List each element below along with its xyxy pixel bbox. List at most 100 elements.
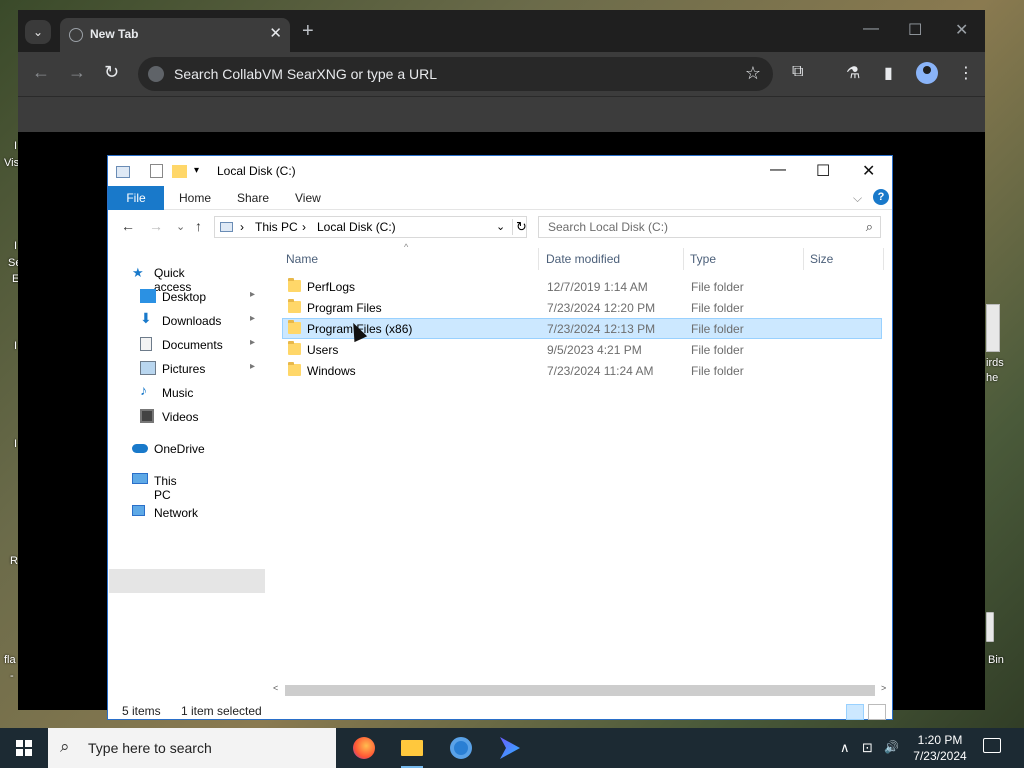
column-divider[interactable] bbox=[803, 248, 804, 270]
side-panel-icon[interactable]: ▮ bbox=[884, 63, 893, 83]
new-tab-button[interactable]: + bbox=[302, 20, 314, 43]
new-folder-icon[interactable] bbox=[172, 165, 187, 178]
media-player-icon[interactable] bbox=[496, 734, 524, 762]
table-row[interactable]: PerfLogs 12/7/2019 1:14 AM File folder bbox=[282, 276, 882, 297]
file-explorer-taskbar-icon[interactable] bbox=[398, 734, 426, 768]
cloud-icon bbox=[132, 444, 148, 453]
column-type[interactable]: Type bbox=[690, 252, 716, 266]
taskbar-search-placeholder: Type here to search bbox=[88, 740, 212, 756]
tab-view[interactable]: View bbox=[295, 191, 321, 205]
maximize-button[interactable]: ☐ bbox=[908, 20, 922, 40]
column-headers: ^ Name Date modified Type Size bbox=[280, 242, 886, 270]
file-date: 9/5/2023 4:21 PM bbox=[547, 343, 642, 357]
volume-icon[interactable]: 🔊 bbox=[884, 740, 899, 754]
column-divider[interactable] bbox=[538, 248, 539, 270]
sidebar-item-label: This PC bbox=[154, 474, 177, 502]
tab-share[interactable]: Share bbox=[237, 191, 269, 205]
firefox-icon[interactable] bbox=[350, 734, 378, 762]
explorer-titlebar: ▾ Local Disk (C:) — ☐ ✕ bbox=[108, 156, 892, 186]
scroll-right-arrow[interactable]: > bbox=[881, 683, 886, 693]
desktop-icon-fragment: fla bbox=[4, 654, 16, 666]
column-divider[interactable] bbox=[683, 248, 684, 270]
sidebar-item-label: Pictures bbox=[162, 362, 206, 376]
table-row-selected[interactable]: Program Files (x86) 7/23/2024 12:13 PM F… bbox=[282, 318, 882, 339]
back-button[interactable]: ← bbox=[32, 62, 50, 83]
menu-icon[interactable]: ⋮ bbox=[958, 63, 974, 83]
expand-ribbon-icon[interactable]: ⌵ bbox=[853, 191, 862, 206]
close-window-button[interactable]: ✕ bbox=[955, 20, 968, 40]
desktop-icon-fragment: R bbox=[10, 555, 18, 567]
desktop-icon bbox=[140, 289, 156, 303]
breadcrumb-separator[interactable]: › bbox=[302, 220, 306, 234]
tab-file[interactable]: File bbox=[108, 186, 164, 210]
tab-new-tab[interactable]: New Tab ✕ bbox=[60, 18, 290, 52]
tab-title: New Tab bbox=[90, 27, 139, 41]
tab-search-button[interactable]: ⌄ bbox=[25, 20, 51, 44]
reload-button[interactable]: ↻ bbox=[104, 62, 119, 83]
search-box[interactable]: Search Local Disk (C:) ⌕ bbox=[538, 216, 881, 238]
search-icon[interactable]: ⌕ bbox=[866, 219, 873, 235]
file-date: 12/7/2019 1:14 AM bbox=[547, 280, 648, 294]
tab-home[interactable]: Home bbox=[179, 191, 211, 205]
site-info-icon[interactable] bbox=[148, 66, 164, 82]
ribbon-tabs: File Home Share View ⌵ ? bbox=[108, 186, 892, 210]
selection-highlight bbox=[109, 569, 265, 593]
system-clock[interactable]: 1:20 PM 7/23/2024 bbox=[900, 732, 980, 764]
breadcrumb-separator[interactable]: › bbox=[240, 220, 244, 234]
scroll-left-arrow[interactable]: < bbox=[273, 683, 278, 693]
column-size[interactable]: Size bbox=[810, 252, 833, 266]
maximize-button[interactable]: ☐ bbox=[816, 161, 830, 181]
labs-icon[interactable]: ⚗ bbox=[846, 63, 860, 83]
file-type: File folder bbox=[691, 280, 744, 294]
properties-icon[interactable] bbox=[150, 164, 163, 178]
recycle-bin-icon[interactable] bbox=[986, 612, 994, 642]
column-date-modified[interactable]: Date modified bbox=[546, 252, 620, 266]
recent-locations-icon[interactable]: ⌄ bbox=[176, 220, 185, 233]
clock-time: 1:20 PM bbox=[917, 733, 963, 747]
table-row[interactable]: Windows 7/23/2024 11:24 AM File folder bbox=[282, 360, 882, 381]
close-button[interactable]: ✕ bbox=[862, 161, 875, 181]
folder-icon bbox=[288, 341, 301, 355]
network-icon[interactable]: ⊡ bbox=[862, 740, 873, 756]
chrome-icon[interactable] bbox=[447, 734, 475, 762]
sidebar-item-label: Videos bbox=[162, 410, 199, 424]
extensions-icon[interactable]: ⧉ bbox=[792, 63, 803, 81]
horizontal-scrollbar[interactable]: < > bbox=[271, 683, 891, 697]
back-arrow-icon[interactable]: ← bbox=[121, 218, 135, 234]
start-button[interactable] bbox=[16, 740, 32, 756]
breadcrumb-this-pc[interactable]: This PC bbox=[255, 220, 298, 234]
bookmark-star-icon[interactable]: ☆ bbox=[745, 63, 761, 84]
file-type: File folder bbox=[691, 364, 744, 378]
address-bar[interactable]: › This PC › Local Disk (C:) ⌄ ↻ bbox=[214, 216, 527, 238]
table-row[interactable]: Program Files 7/23/2024 12:20 PM File fo… bbox=[282, 297, 882, 318]
refresh-icon[interactable]: ↻ bbox=[512, 219, 527, 235]
close-tab-icon[interactable]: ✕ bbox=[269, 24, 282, 42]
scrollbar-thumb[interactable] bbox=[285, 685, 875, 696]
profile-avatar[interactable] bbox=[916, 62, 938, 84]
address-dropdown-icon[interactable]: ⌄ bbox=[496, 220, 505, 233]
large-icons-view-button[interactable] bbox=[868, 704, 886, 720]
omnibox-placeholder: Search CollabVM SearXNG or type a URL bbox=[174, 66, 437, 82]
column-name[interactable]: Name bbox=[286, 252, 318, 266]
help-icon[interactable]: ? bbox=[873, 189, 889, 205]
sidebar-item-label: Music bbox=[162, 386, 194, 400]
table-row[interactable]: Users 9/5/2023 4:21 PM File folder bbox=[282, 339, 882, 360]
omnibox[interactable]: Search CollabVM SearXNG or type a URL ☆ bbox=[138, 57, 773, 91]
column-divider[interactable] bbox=[883, 248, 884, 270]
forward-button[interactable]: → bbox=[68, 62, 86, 83]
status-bar: 5 items 1 item selected bbox=[108, 700, 892, 720]
minimize-button[interactable]: — bbox=[863, 20, 879, 38]
up-arrow-icon[interactable]: ↑ bbox=[195, 218, 202, 234]
forward-arrow-icon[interactable]: → bbox=[149, 218, 163, 234]
computer-icon bbox=[132, 473, 148, 484]
tray-overflow-icon[interactable]: ∧ bbox=[840, 740, 850, 756]
notification-icon[interactable] bbox=[983, 738, 1001, 753]
taskbar-search[interactable]: ⌕ Type here to search bbox=[48, 728, 336, 768]
download-arrow-icon: ⬇ bbox=[140, 310, 152, 326]
customize-toolbar-icon[interactable]: ▾ bbox=[194, 165, 199, 176]
sidebar-item-label: OneDrive bbox=[154, 442, 205, 456]
minimize-button[interactable]: — bbox=[770, 161, 786, 179]
network-icon bbox=[132, 505, 145, 516]
details-view-button[interactable] bbox=[846, 704, 864, 720]
breadcrumb-local-disk[interactable]: Local Disk (C:) bbox=[317, 220, 396, 234]
